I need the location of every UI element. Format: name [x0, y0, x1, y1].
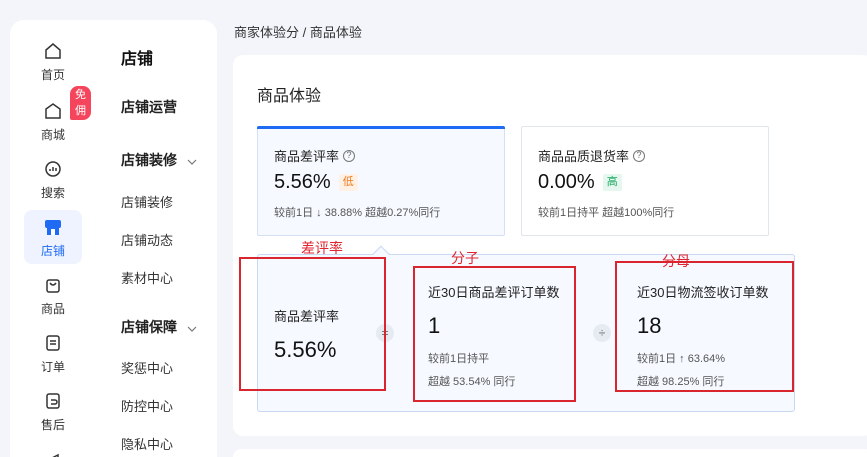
- rail-item-label: 商品: [40, 301, 65, 316]
- rail-item-mall[interactable]: 免佣 商城: [24, 86, 91, 148]
- submenu-shop-guarantee-group[interactable]: 店铺保障: [121, 317, 197, 337]
- page-title: 商品体验: [257, 88, 322, 105]
- submenu-title: 店铺: [121, 51, 154, 68]
- after-sale-icon: [42, 390, 64, 412]
- metric-card-bad-review-rate[interactable]: 商品差评率 ? 5.56% 低 较前1日 ↓ 38.88% 超越0.27%同行: [257, 126, 505, 236]
- submenu-shop-operation[interactable]: 店铺运营: [121, 97, 177, 117]
- metric-card-quality-return-rate[interactable]: 商品品质退货率 ? 0.00% 高 较前1日持平 超越100%同行: [521, 126, 769, 236]
- left-nav-rail: 首页 免佣 商城 搜索 店铺 商品 订单 售后: [10, 20, 97, 457]
- submenu-item-shop-decoration[interactable]: 店铺装修: [121, 192, 173, 211]
- home-icon: [42, 40, 64, 62]
- rail-item-label: 售后: [40, 417, 65, 432]
- chevron-down-icon: [187, 152, 197, 168]
- free-commission-badge: 免佣: [70, 86, 91, 120]
- megaphone-icon[interactable]: [44, 450, 62, 457]
- annotation-label-rate: 差评率: [301, 240, 343, 256]
- metric-value-text: 5.56%: [274, 171, 331, 193]
- rail-item-label: 首页: [40, 67, 65, 82]
- metric-card-title: 商品差评率 ?: [274, 146, 356, 165]
- bag-icon: [42, 274, 64, 296]
- order-icon: [42, 332, 64, 354]
- submenu-section-label: 店铺装修: [121, 152, 177, 168]
- level-badge: 高: [602, 174, 622, 191]
- chevron-down-icon: [187, 319, 197, 335]
- metric-value-text: 0.00%: [538, 171, 595, 193]
- annotation-box-denominator: [615, 261, 794, 392]
- metric-card-title: 商品品质退货率 ?: [538, 146, 646, 165]
- rail-item-label: 店铺: [40, 243, 65, 258]
- rail-item-label: 商城: [40, 127, 65, 142]
- annotation-box-numerator: [413, 266, 576, 402]
- metric-card-compare: 较前1日 ↓ 38.88% 超越0.27%同行: [274, 207, 441, 219]
- annotation-label-denominator: 分母: [662, 253, 690, 269]
- rail-item-orders[interactable]: 订单: [24, 326, 82, 380]
- level-badge: 低: [338, 174, 358, 191]
- metric-card-value: 5.56% 低: [274, 171, 358, 194]
- submenu-item-shop-news[interactable]: 店铺动态: [121, 230, 173, 249]
- rail-item-after-sale[interactable]: 售后: [24, 384, 82, 438]
- divide-icon: ÷: [593, 324, 611, 342]
- store-icon: [42, 100, 64, 122]
- submenu-item-material-center[interactable]: 素材中心: [121, 268, 173, 287]
- help-icon[interactable]: ?: [343, 149, 356, 162]
- shop-submenu: 店铺 店铺运营 店铺装修 店铺装修 店铺动态 素材中心 店铺保障 奖惩中心 防控…: [97, 20, 217, 457]
- rail-item-goods[interactable]: 商品: [24, 268, 82, 322]
- shop-icon: [42, 216, 64, 238]
- help-icon[interactable]: ?: [633, 149, 646, 162]
- submenu-section-label: 店铺运营: [121, 99, 177, 115]
- submenu-item-risk-control[interactable]: 防控中心: [121, 396, 173, 415]
- submenu-item-reward-center[interactable]: 奖惩中心: [121, 358, 173, 377]
- annotation-box-rate: [239, 257, 386, 391]
- metric-title-text: 商品差评率: [274, 149, 340, 164]
- next-panel-edge: [233, 449, 867, 457]
- metric-card-value: 0.00% 高: [538, 171, 622, 194]
- rail-item-label: 订单: [40, 359, 65, 374]
- rail-item-search[interactable]: 搜索: [24, 152, 82, 206]
- rail-item-shop[interactable]: 店铺: [24, 210, 82, 264]
- submenu-shop-decoration-group[interactable]: 店铺装修: [121, 150, 197, 170]
- breadcrumb[interactable]: 商家体验分 / 商品体验: [234, 22, 362, 41]
- submenu-section-label: 店铺保障: [121, 319, 177, 335]
- rail-item-label: 搜索: [40, 185, 65, 200]
- selected-indicator: [257, 126, 505, 129]
- submenu-item-privacy-center[interactable]: 隐私中心: [121, 434, 173, 453]
- metric-card-compare: 较前1日持平 超越100%同行: [538, 207, 675, 219]
- search-icon: [42, 158, 64, 180]
- annotation-label-numerator: 分子: [451, 250, 479, 266]
- metric-title-text: 商品品质退货率: [538, 149, 630, 164]
- rail-item-home[interactable]: 首页: [24, 34, 82, 88]
